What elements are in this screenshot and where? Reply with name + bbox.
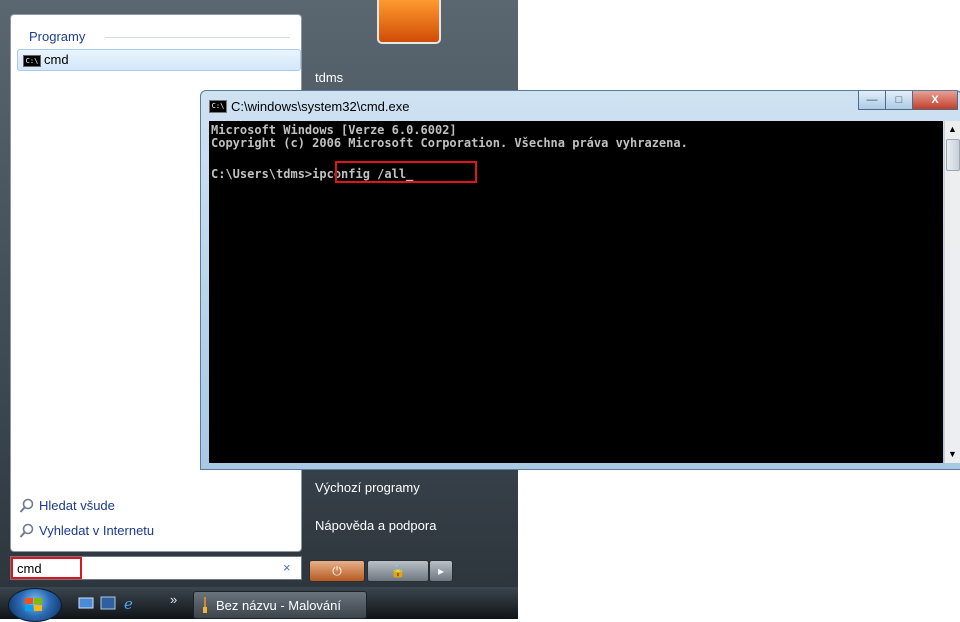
search-everywhere-label: Hledat všude <box>39 498 115 513</box>
paint-brush-icon <box>203 597 207 613</box>
power-icon: ⏻ <box>332 564 342 578</box>
windows-logo-icon <box>25 598 42 611</box>
power-options-button[interactable]: ▸ <box>429 560 453 582</box>
programs-header: Programy <box>29 29 86 44</box>
search-internet-label: Vyhledat v Internetu <box>39 523 155 538</box>
close-icon: X <box>931 94 939 106</box>
scroll-thumb[interactable] <box>946 139 960 171</box>
search-icon <box>19 523 34 538</box>
clear-search-icon[interactable]: × <box>283 560 291 575</box>
internet-explorer-icon[interactable]: e <box>122 595 138 611</box>
lock-icon: 🔒 <box>390 564 406 578</box>
vertical-scrollbar[interactable]: ▲ ▼ <box>944 121 960 463</box>
taskbar-button-paint[interactable]: Bez názvu - Malování <box>193 591 367 619</box>
search-icon <box>19 498 34 513</box>
power-button[interactable]: ⏻ <box>309 560 365 582</box>
close-button[interactable]: X <box>912 91 958 110</box>
lock-button[interactable]: 🔒 <box>367 560 429 582</box>
console-line: Microsoft Windows [Verze 6.0.6002] <box>211 123 457 137</box>
search-highlight-box <box>11 557 82 579</box>
maximize-button[interactable]: □ <box>885 91 913 110</box>
maximize-icon: □ <box>895 94 903 106</box>
user-picture[interactable] <box>377 0 441 44</box>
scroll-up-icon[interactable]: ▲ <box>948 124 957 134</box>
arrow-right-icon: ▸ <box>437 564 445 578</box>
svg-text:e: e <box>124 595 133 611</box>
taskbar-button-label: Bez názvu - Malování <box>216 598 342 613</box>
header-divider <box>105 37 290 38</box>
program-item-label: cmd <box>44 52 69 67</box>
quicklaunch-chevron-icon[interactable]: » <box>170 592 177 607</box>
cmd-icon: C:\ <box>209 100 227 113</box>
show-desktop-icon[interactable] <box>78 595 94 611</box>
cmd-window-title: C:\windows\system32\cmd.exe <box>231 99 410 114</box>
command-highlight-box <box>335 161 477 183</box>
switch-windows-icon[interactable] <box>100 595 116 611</box>
program-item-cmd[interactable]: C:\ cmd <box>17 49 301 71</box>
cmd-icon: C:\ <box>23 55 41 67</box>
console-line: Copyright (c) 2006 Microsoft Corporation… <box>211 136 688 150</box>
minimize-icon: — <box>866 94 878 106</box>
console-area[interactable]: Microsoft Windows [Verze 6.0.6002] Copyr… <box>209 121 943 463</box>
default-programs-link[interactable]: Výchozí programy <box>315 480 420 495</box>
scroll-down-icon[interactable]: ▼ <box>948 449 957 459</box>
help-support-link[interactable]: Nápověda a podpora <box>315 518 436 533</box>
start-button[interactable] <box>8 588 62 622</box>
minimize-button[interactable]: — <box>858 91 886 110</box>
user-folder-link[interactable]: tdms <box>315 70 343 85</box>
cmd-window[interactable]: C:\ C:\windows\system32\cmd.exe — □ X Mi… <box>200 90 960 470</box>
